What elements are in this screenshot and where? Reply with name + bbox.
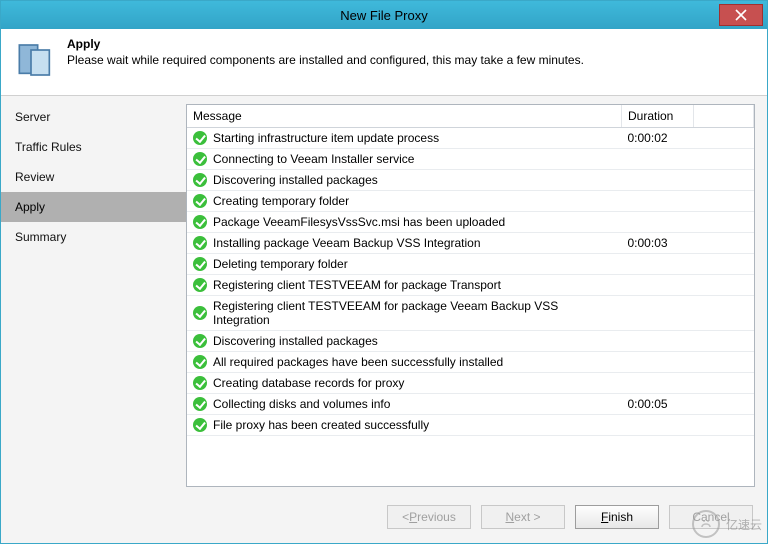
table-row[interactable]: Installing package Veeam Backup VSS Inte… (187, 233, 754, 254)
sidebar-item-traffic-rules[interactable]: Traffic Rules (1, 132, 186, 162)
sidebar-item-apply[interactable]: Apply (1, 192, 186, 222)
success-icon (193, 215, 207, 229)
table-row[interactable]: Collecting disks and volumes info 0:00:05 (187, 394, 754, 415)
message-text: Starting infrastructure item update proc… (213, 131, 439, 145)
close-button[interactable] (719, 4, 763, 26)
table-row[interactable]: Registering client TESTVEEAM for package… (187, 296, 754, 331)
table-row[interactable]: Discovering installed packages (187, 170, 754, 191)
table-row[interactable]: Connecting to Veeam Installer service (187, 149, 754, 170)
sidebar-item-summary[interactable]: Summary (1, 222, 186, 252)
success-icon (193, 131, 207, 145)
duration-text (622, 331, 694, 352)
titlebar: New File Proxy (1, 1, 767, 29)
close-icon (735, 9, 747, 21)
message-text: Creating database records for proxy (213, 376, 404, 390)
success-icon (193, 194, 207, 208)
header: Apply Please wait while required compone… (1, 29, 767, 96)
success-icon (193, 397, 207, 411)
message-text: File proxy has been created successfully (213, 418, 429, 432)
message-text: Collecting disks and volumes info (213, 397, 390, 411)
message-text: Registering client TESTVEEAM for package… (213, 278, 501, 292)
message-text: Installing package Veeam Backup VSS Inte… (213, 236, 481, 250)
duration-text: 0:00:03 (622, 233, 694, 254)
duration-text: 0:00:02 (622, 128, 694, 149)
progress-table: Message Duration Starting infrastructure… (187, 105, 754, 436)
next-button: Next > (481, 505, 565, 529)
duration-text (622, 296, 694, 331)
table-row[interactable]: Starting infrastructure item update proc… (187, 128, 754, 149)
message-text: Discovering installed packages (213, 334, 378, 348)
table-row[interactable]: All required packages have been successf… (187, 352, 754, 373)
column-header-message[interactable]: Message (187, 105, 622, 128)
message-text: Deleting temporary folder (213, 257, 348, 271)
wizard-window: New File Proxy Apply Please wait while r… (0, 0, 768, 544)
message-text: All required packages have been successf… (213, 355, 503, 369)
table-row[interactable]: Registering client TESTVEEAM for package… (187, 275, 754, 296)
duration-text: 0:00:05 (622, 394, 694, 415)
success-icon (193, 152, 207, 166)
duration-text (622, 275, 694, 296)
success-icon (193, 418, 207, 432)
duration-text (622, 212, 694, 233)
success-icon (193, 236, 207, 250)
previous-button: < Previous (387, 505, 471, 529)
sidebar-item-review[interactable]: Review (1, 162, 186, 192)
duration-text (622, 373, 694, 394)
duration-text (622, 170, 694, 191)
table-row[interactable]: Deleting temporary folder (187, 254, 754, 275)
success-icon (193, 376, 207, 390)
duration-text (622, 149, 694, 170)
body: ServerTraffic RulesReviewApplySummary Me… (1, 96, 767, 495)
success-icon (193, 278, 207, 292)
table-row[interactable]: Discovering installed packages (187, 331, 754, 352)
wizard-steps-sidebar: ServerTraffic RulesReviewApplySummary (1, 96, 186, 495)
success-icon (193, 306, 207, 320)
duration-text (622, 352, 694, 373)
sidebar-item-server[interactable]: Server (1, 102, 186, 132)
table-row[interactable]: Creating temporary folder (187, 191, 754, 212)
header-subtitle: Please wait while required components ar… (67, 53, 584, 67)
message-text: Registering client TESTVEEAM for package… (213, 299, 616, 327)
progress-grid: Message Duration Starting infrastructure… (186, 104, 755, 487)
success-icon (193, 355, 207, 369)
success-icon (193, 257, 207, 271)
message-text: Creating temporary folder (213, 194, 349, 208)
wizard-icon (13, 37, 59, 83)
header-text: Apply Please wait while required compone… (67, 37, 584, 67)
table-row[interactable]: Creating database records for proxy (187, 373, 754, 394)
table-row[interactable]: File proxy has been created successfully (187, 415, 754, 436)
duration-text (622, 254, 694, 275)
success-icon (193, 173, 207, 187)
message-text: Connecting to Veeam Installer service (213, 152, 414, 166)
column-header-duration[interactable]: Duration (622, 105, 694, 128)
footer-buttons: < Previous Next > Finish Cancel (1, 495, 767, 543)
column-header-spare (694, 105, 754, 128)
duration-text (622, 415, 694, 436)
cancel-button: Cancel (669, 505, 753, 529)
success-icon (193, 334, 207, 348)
table-row[interactable]: Package VeeamFilesysVssSvc.msi has been … (187, 212, 754, 233)
finish-button[interactable]: Finish (575, 505, 659, 529)
duration-text (622, 191, 694, 212)
header-title: Apply (67, 37, 584, 51)
window-title: New File Proxy (1, 8, 767, 23)
message-text: Package VeeamFilesysVssSvc.msi has been … (213, 215, 505, 229)
main-panel: Message Duration Starting infrastructure… (186, 96, 767, 495)
message-text: Discovering installed packages (213, 173, 378, 187)
